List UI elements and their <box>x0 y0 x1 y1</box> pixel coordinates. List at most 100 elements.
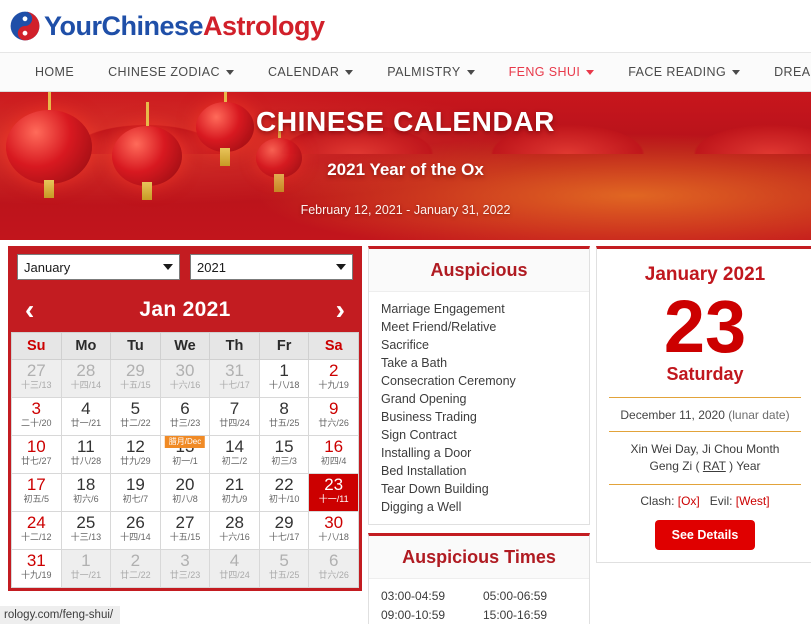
calendar-day-cell[interactable]: 6 廿六/26 <box>308 549 359 588</box>
year-select-value: 2021 <box>197 259 226 275</box>
chevron-down-icon <box>732 69 741 75</box>
auspicious-times-panel-title: Auspicious Times <box>369 536 589 579</box>
calendar-day-cell[interactable]: 25 十三/13 <box>60 511 112 550</box>
calendar-day-cell[interactable]: 20 初八/8 <box>159 473 211 512</box>
calendar-day-cell[interactable]: 6 廿三/23 <box>159 397 211 436</box>
calendar-day-number: 3 <box>180 551 190 570</box>
ganzhi-year: Geng Zi ( RAT ) Year <box>605 458 805 475</box>
calendar-day-cell[interactable]: 30 十六/16 <box>159 359 211 398</box>
ganzhi-year-prefix: Geng Zi ( <box>649 459 700 474</box>
calendar-day-cell[interactable]: 16 初四/4 <box>308 435 359 474</box>
see-details-button[interactable]: See Details <box>654 520 756 551</box>
calendar-day-number: 20 <box>175 475 195 494</box>
calendar-day-cell[interactable]: 28 十六/16 <box>209 511 260 550</box>
calendar-day-lunar: 十七/17 <box>219 379 250 390</box>
calendar-day-cell[interactable]: 24 十二/12 <box>11 511 62 550</box>
nav-item-face-reading[interactable]: FACE READING <box>611 65 757 79</box>
nav-item-dream-meaning[interactable]: DREAM MEANING <box>757 65 811 79</box>
calendar-day-lunar: 廿三/23 <box>169 569 201 580</box>
calendar-day-cell[interactable]: 31 十七/17 <box>209 359 260 398</box>
month-select-value: January <box>24 259 71 275</box>
calendar-day-number: 15 <box>274 437 294 456</box>
nav-item-calendar[interactable]: CALENDAR <box>251 65 370 79</box>
calendar-day-cell[interactable]: 4 廿一/21 <box>60 397 112 436</box>
calendar-day-cell[interactable]: 9 廿六/26 <box>308 397 359 436</box>
nav-item-feng-shui[interactable]: FENG SHUI <box>492 65 612 79</box>
calendar-day-lunar: 初二/2 <box>221 455 248 466</box>
calendar-day-cell[interactable]: 27 十五/15 <box>159 511 211 550</box>
calendar-day-number: 4 <box>229 551 240 570</box>
next-month-icon[interactable]: › <box>336 296 345 324</box>
clash-value: [Ox] <box>677 494 700 509</box>
chevron-down-icon <box>466 69 475 75</box>
calendar-day-cell-selected[interactable]: 23 十一/11 <box>308 473 359 512</box>
lunar-month-tag: 腊月/Dec <box>164 436 206 448</box>
calendar-day-number: 8 <box>279 399 289 418</box>
calendar-day-lunar: 廿八/28 <box>70 455 102 466</box>
calendar-day-cell[interactable]: 12 廿九/29 <box>110 435 161 474</box>
year-select[interactable]: 2021 <box>190 254 353 280</box>
nav-item-chinese-zodiac[interactable]: CHINESE ZODIAC <box>91 65 251 79</box>
calendar-day-number: 21 <box>225 475 244 494</box>
calendar-day-cell[interactable]: 29 十五/15 <box>110 359 161 398</box>
calendar-day-number: 5 <box>130 399 141 418</box>
calendar-day-cell[interactable]: 27 十三/13 <box>11 359 62 398</box>
calendar-day-cell[interactable]: 29 十七/17 <box>258 511 310 550</box>
calendar-day-cell[interactable]: 3 廿三/23 <box>159 549 211 588</box>
calendar-day-number: 2 <box>328 361 339 380</box>
nav-item-label: DREAM MEANING <box>774 65 811 79</box>
calendar-week-row: 31 十九/19 1 廿一/21 2 廿二/22 3 廿三/23 4 廿四/24 5 廿五/25 6 廿六… <box>11 549 359 588</box>
calendar-day-cell[interactable]: 10 廿七/27 <box>11 435 62 474</box>
calendar-day-lunar: 初五/5 <box>23 493 50 504</box>
calendar-day-lunar: 十四/14 <box>70 379 102 390</box>
auspicious-item: Digging a Well <box>381 500 462 514</box>
calendar-day-number: 6 <box>328 551 339 570</box>
banner-subtitle: 2021 Year of the Ox <box>327 160 484 179</box>
calendar-day-cell[interactable]: 18 初六/6 <box>60 473 112 512</box>
calendar-day-cell[interactable]: 14 初二/2 <box>209 435 260 474</box>
calendar-day-cell[interactable]: 19 初七/7 <box>110 473 161 512</box>
calendar-day-number: 22 <box>274 475 294 494</box>
calendar-day-cell[interactable]: 17 初五/5 <box>11 473 62 512</box>
calendar-day-cell[interactable]: 1 十八/18 <box>258 359 310 398</box>
calendar-day-number: 27 <box>175 513 195 532</box>
calendar-day-cell[interactable]: 28 十四/14 <box>60 359 112 398</box>
calendar-day-cell[interactable]: 22 初十/10 <box>258 473 310 512</box>
calendar-day-number: 28 <box>76 361 96 380</box>
nav-item-palmistry[interactable]: PALMISTRY <box>370 65 491 79</box>
month-select[interactable]: January <box>17 254 180 280</box>
calendar-day-number: 29 <box>274 513 294 532</box>
banner-date-range: February 12, 2021 - January 31, 2022 <box>300 203 511 217</box>
site-header: YourChineseAstrology <box>0 0 811 52</box>
calendar-day-cell[interactable]: 11 廿八/28 <box>60 435 112 474</box>
calendar-day-cell[interactable]: 15 初三/3 <box>258 435 310 474</box>
calendar-day-cell[interactable]: 3 二十/20 <box>11 397 62 436</box>
calendar-day-cell[interactable]: 4 廿四/24 <box>209 549 260 588</box>
evil-value: [West] <box>735 494 770 509</box>
calendar-day-cell[interactable]: 26 十四/14 <box>110 511 161 550</box>
calendar-day-number: 26 <box>125 513 145 532</box>
calendar-day-lunar: 十二/12 <box>21 531 52 542</box>
calendar-day-cell[interactable]: 5 廿五/25 <box>258 549 310 588</box>
site-logo[interactable]: YourChineseAstrology <box>10 11 325 42</box>
calendar-day-cell[interactable]: 腊月/Dec13初一/1 <box>159 435 211 474</box>
calendar-day-cell[interactable]: 31 十九/19 <box>11 549 62 588</box>
ganzhi-year-animal[interactable]: RAT <box>703 459 726 473</box>
calendar-day-cell[interactable]: 1 廿一/21 <box>60 549 112 588</box>
calendar-day-lunar: 初七/7 <box>122 493 149 504</box>
calendar-day-cell[interactable]: 21 初九/9 <box>209 473 260 512</box>
calendar-day-cell[interactable]: 7 廿四/24 <box>209 397 260 436</box>
calendar-day-number: 28 <box>225 513 244 532</box>
calendar-day-cell[interactable]: 2 廿二/22 <box>110 549 161 588</box>
calendar-day-cell[interactable]: 30 十八/18 <box>308 511 359 550</box>
prev-month-icon[interactable]: ‹ <box>25 296 34 324</box>
calendar-week-row: 3 二十/20 4 廿一/21 5 廿二/22 6 廿三/23 7 廿四/24 8 廿五/25 9 廿六/… <box>11 397 359 436</box>
auspicious-item: Take a Bath <box>381 356 448 370</box>
auspicious-item: Marriage Engagement <box>381 302 505 316</box>
calendar-day-cell[interactable]: 2 十九/19 <box>308 359 359 398</box>
calendar-day-cell[interactable]: 8 廿五/25 <box>258 397 310 436</box>
calendar-day-cell[interactable]: 5 廿二/22 <box>110 397 161 436</box>
nav-item-label: PALMISTRY <box>387 65 461 79</box>
calendar-day-lunar: 十一/11 <box>318 493 349 504</box>
nav-item-home[interactable]: HOME <box>18 65 91 79</box>
